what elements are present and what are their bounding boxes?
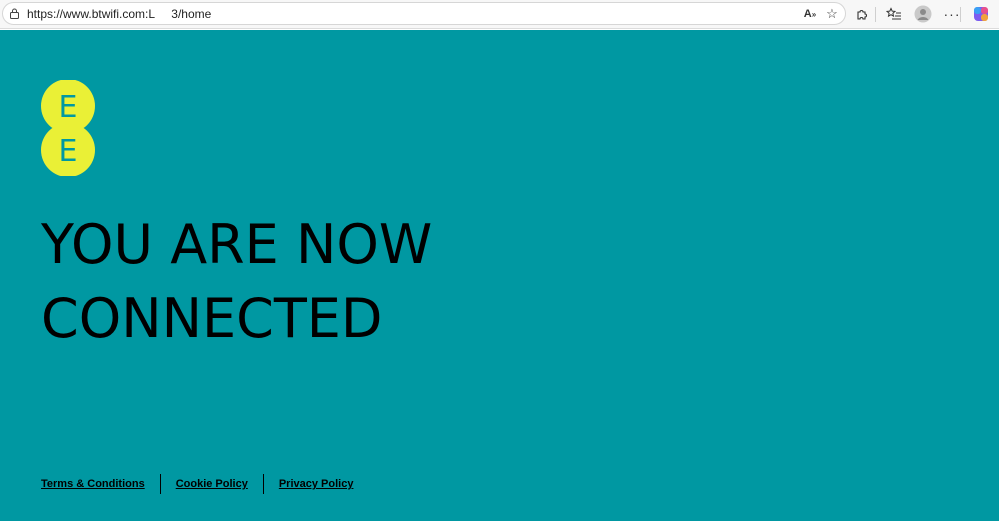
page-content: E E YOU ARE NOW CONNECTED Terms & Condit… [0, 30, 999, 521]
footer-divider [262, 474, 264, 494]
toolbar-separator [960, 7, 961, 22]
page-title: YOU ARE NOW CONNECTED [41, 208, 941, 356]
logo-letter-bottom: E [59, 134, 78, 169]
footer-divider [159, 474, 161, 494]
logo-letter-top: E [59, 90, 78, 125]
favorite-star-icon[interactable]: ☆ [823, 5, 841, 23]
copilot-icon[interactable] [972, 5, 990, 23]
favorites-list-icon[interactable] [885, 5, 903, 23]
read-aloud-icon[interactable]: A» [801, 5, 819, 23]
url-text[interactable]: https://www.btwifi.com:L 3/home [27, 7, 211, 21]
address-bar[interactable]: https://www.btwifi.com:L 3/home [2, 2, 846, 25]
lock-icon[interactable] [9, 8, 20, 19]
profile-icon[interactable] [914, 5, 932, 23]
footer-links: Terms & Conditions Cookie Policy Privacy… [41, 473, 353, 495]
headline-line-2: CONNECTED [41, 287, 383, 350]
ee-logo: E E [41, 80, 95, 176]
toolbar-separator [875, 7, 876, 22]
privacy-policy-link[interactable]: Privacy Policy [279, 478, 354, 490]
headline-line-1: YOU ARE NOW [41, 213, 433, 276]
more-icon[interactable]: ··· [943, 5, 961, 23]
terms-conditions-link[interactable]: Terms & Conditions [41, 478, 145, 490]
extensions-icon[interactable] [853, 5, 871, 23]
cookie-policy-link[interactable]: Cookie Policy [176, 478, 248, 490]
browser-toolbar: https://www.btwifi.com:L 3/home A» ☆ ··· [0, 0, 999, 29]
